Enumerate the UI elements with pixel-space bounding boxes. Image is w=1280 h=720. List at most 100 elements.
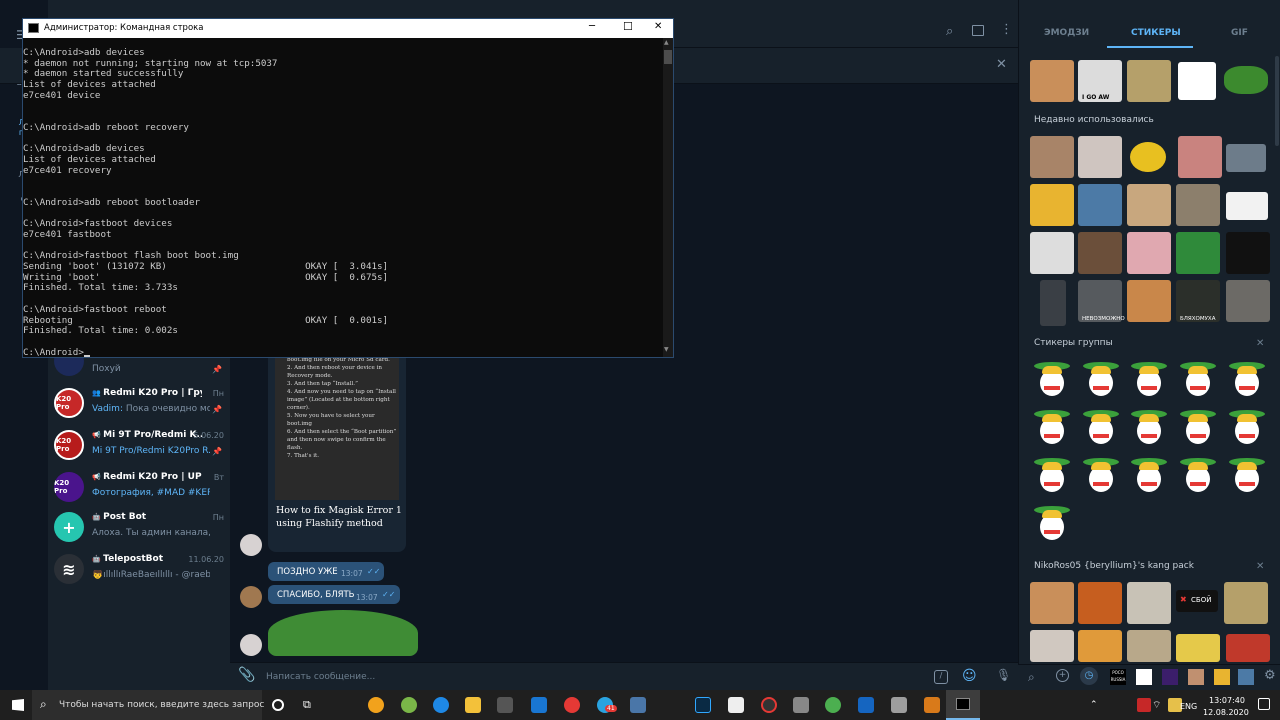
sticker[interactable] — [1130, 142, 1166, 172]
vk-icon[interactable] — [630, 697, 646, 713]
mi-bunny-sticker[interactable] — [1079, 406, 1123, 448]
mi-bunny-sticker[interactable] — [1127, 406, 1171, 448]
sticker[interactable] — [1226, 280, 1270, 322]
message-bubble[interactable]: ПОЗДНО УЖЕ 13:07 ✓✓ — [268, 562, 384, 581]
article-preview[interactable]: boot.img file on your Micro Sd card. 2. … — [268, 352, 406, 552]
sticker[interactable]: НЕВОЗМОЖНО — [1078, 280, 1125, 322]
chat-list-item[interactable]: K20 Pro 📢 Redmi K20 Pro | UPDA... Вт Фот… — [48, 468, 230, 510]
scroll-up-arrow[interactable]: ▲ — [664, 39, 669, 46]
mi-bunny-sticker[interactable] — [1030, 406, 1074, 448]
sticker[interactable] — [1226, 144, 1266, 172]
avatar[interactable] — [240, 586, 262, 608]
mi-bunny-sticker[interactable] — [1030, 454, 1074, 496]
add-icon[interactable]: + — [1056, 669, 1069, 682]
sidebar-toggle-icon[interactable] — [972, 25, 984, 36]
taskbar-app-icon[interactable] — [401, 697, 417, 713]
microphone-icon[interactable]: 🎙 — [996, 668, 1011, 682]
sticker[interactable] — [1078, 136, 1122, 178]
chat-list-item[interactable]: K20 Pro 📢 Mi 9T Pro/Redmi K... 5.06.20 M… — [48, 426, 230, 468]
mi-bunny-sticker[interactable] — [1176, 358, 1220, 400]
sticker[interactable] — [1176, 184, 1220, 226]
sticker[interactable] — [1226, 232, 1270, 274]
message-input[interactable]: Написать сообщение... — [266, 672, 866, 682]
taskbar-app-icon[interactable] — [924, 697, 940, 713]
maximize-button[interactable]: ☐ — [623, 20, 633, 33]
tab-stickers[interactable]: СТИКЕРЫ — [1131, 28, 1181, 38]
sticker[interactable] — [1178, 62, 1216, 100]
sticker[interactable]: БЛЯХОМУХА — [1176, 280, 1220, 322]
tab-gif[interactable]: GIF — [1231, 28, 1248, 38]
cmd-output[interactable]: C:\Android>adb devices * daemon not runn… — [23, 38, 663, 357]
cmd-window[interactable]: Администратор: Командная строка ─ ☐ ✕ C:… — [22, 18, 674, 358]
sticker-pack-icon[interactable] — [1136, 669, 1152, 685]
tab-emoji[interactable]: ЭМОДЗИ — [1044, 28, 1089, 38]
emoji-icon[interactable]: ☺ — [962, 668, 977, 684]
mi-bunny-sticker[interactable] — [1079, 454, 1123, 496]
sticker[interactable] — [1127, 60, 1171, 102]
attach-icon[interactable]: 📎 — [238, 667, 255, 683]
close-icon[interactable]: ✕ — [1256, 561, 1264, 572]
close-icon[interactable]: ✕ — [996, 57, 1007, 72]
mi-bunny-sticker[interactable] — [1127, 358, 1171, 400]
language-indicator[interactable]: ENG — [1180, 702, 1197, 711]
cmd-taskbar-button[interactable] — [946, 690, 980, 720]
sticker[interactable] — [1030, 184, 1074, 226]
sticker[interactable] — [1224, 582, 1268, 624]
sticker[interactable] — [1078, 184, 1122, 226]
sticker-pack-icon[interactable] — [1238, 669, 1254, 685]
clock-date[interactable]: 12.08.2020 — [1203, 708, 1249, 717]
sticker[interactable] — [1127, 630, 1171, 662]
photoshop-icon[interactable] — [695, 697, 711, 713]
wifi-icon[interactable]: ⌔ — [1152, 699, 1161, 712]
clock-time[interactable]: 13:07:40 — [1209, 696, 1245, 705]
telegram-icon[interactable]: 41 — [597, 697, 617, 713]
windows-start-icon[interactable] — [12, 699, 24, 711]
task-view-icon[interactable]: ⧉ — [303, 698, 311, 712]
cortana-icon[interactable] — [272, 699, 284, 711]
mi-bunny-sticker[interactable] — [1030, 502, 1074, 544]
sticker[interactable] — [1226, 634, 1270, 662]
mi-bunny-sticker[interactable] — [1225, 406, 1269, 448]
mail-icon[interactable] — [531, 697, 547, 713]
avatar[interactable] — [240, 534, 262, 556]
sticker[interactable] — [1078, 582, 1122, 624]
sticker[interactable] — [1224, 66, 1268, 94]
opera-icon[interactable] — [564, 697, 580, 713]
sticker[interactable]: I GO AW — [1078, 60, 1122, 102]
taskbar-app-icon[interactable] — [858, 697, 874, 713]
sticker[interactable] — [1030, 630, 1074, 662]
sticker[interactable] — [1127, 280, 1171, 322]
pepe-sticker[interactable] — [268, 610, 418, 656]
scroll-down-arrow[interactable]: ▼ — [664, 346, 669, 353]
sticker[interactable] — [1178, 136, 1222, 178]
scroll-thumb[interactable] — [664, 50, 672, 64]
sticker-pack-icon[interactable] — [1214, 669, 1230, 685]
minimize-button[interactable]: ─ — [589, 21, 595, 32]
taskbar-app-icon[interactable] — [368, 697, 384, 713]
chat-list-item[interactable]: ≋ 🤖 TelepostBot 11.06.20 👦ıllıllıRaeBaeı… — [48, 550, 230, 592]
recent-icon[interactable]: ◷ — [1080, 667, 1098, 685]
sticker-pack-icon[interactable]: POCO RUSSIA — [1110, 669, 1126, 685]
sticker[interactable] — [1078, 630, 1122, 662]
taskbar-app-icon[interactable] — [728, 697, 744, 713]
taskbar-app-icon[interactable] — [761, 697, 777, 713]
sticker[interactable] — [1176, 232, 1220, 274]
taskbar-app-icon[interactable] — [891, 697, 907, 713]
cmd-scrollbar[interactable]: ▲ ▼ — [663, 38, 673, 357]
explorer-icon[interactable] — [465, 697, 481, 713]
sticker[interactable] — [1030, 232, 1074, 274]
mi-bunny-sticker[interactable] — [1225, 358, 1269, 400]
mi-bunny-sticker[interactable] — [1176, 406, 1220, 448]
sticker[interactable]: ✖ СБОЙ — [1176, 590, 1218, 612]
mi-bunny-sticker[interactable] — [1127, 454, 1171, 496]
chat-list-item[interactable]: K20 Pro 👥 Redmi K20 Pro | Груп... Пн Vad… — [48, 384, 230, 426]
sticker[interactable] — [1176, 634, 1220, 662]
mi-bunny-sticker[interactable] — [1030, 358, 1074, 400]
mi-bunny-sticker[interactable] — [1225, 454, 1269, 496]
mi-bunny-sticker[interactable] — [1176, 454, 1220, 496]
cmd-titlebar[interactable]: Администратор: Командная строка ─ ☐ ✕ — [23, 19, 673, 38]
sticker[interactable] — [1226, 192, 1268, 220]
close-button[interactable]: ✕ — [654, 21, 662, 32]
sticker-pack-icon[interactable] — [1162, 669, 1178, 685]
edge-icon[interactable] — [433, 697, 449, 713]
